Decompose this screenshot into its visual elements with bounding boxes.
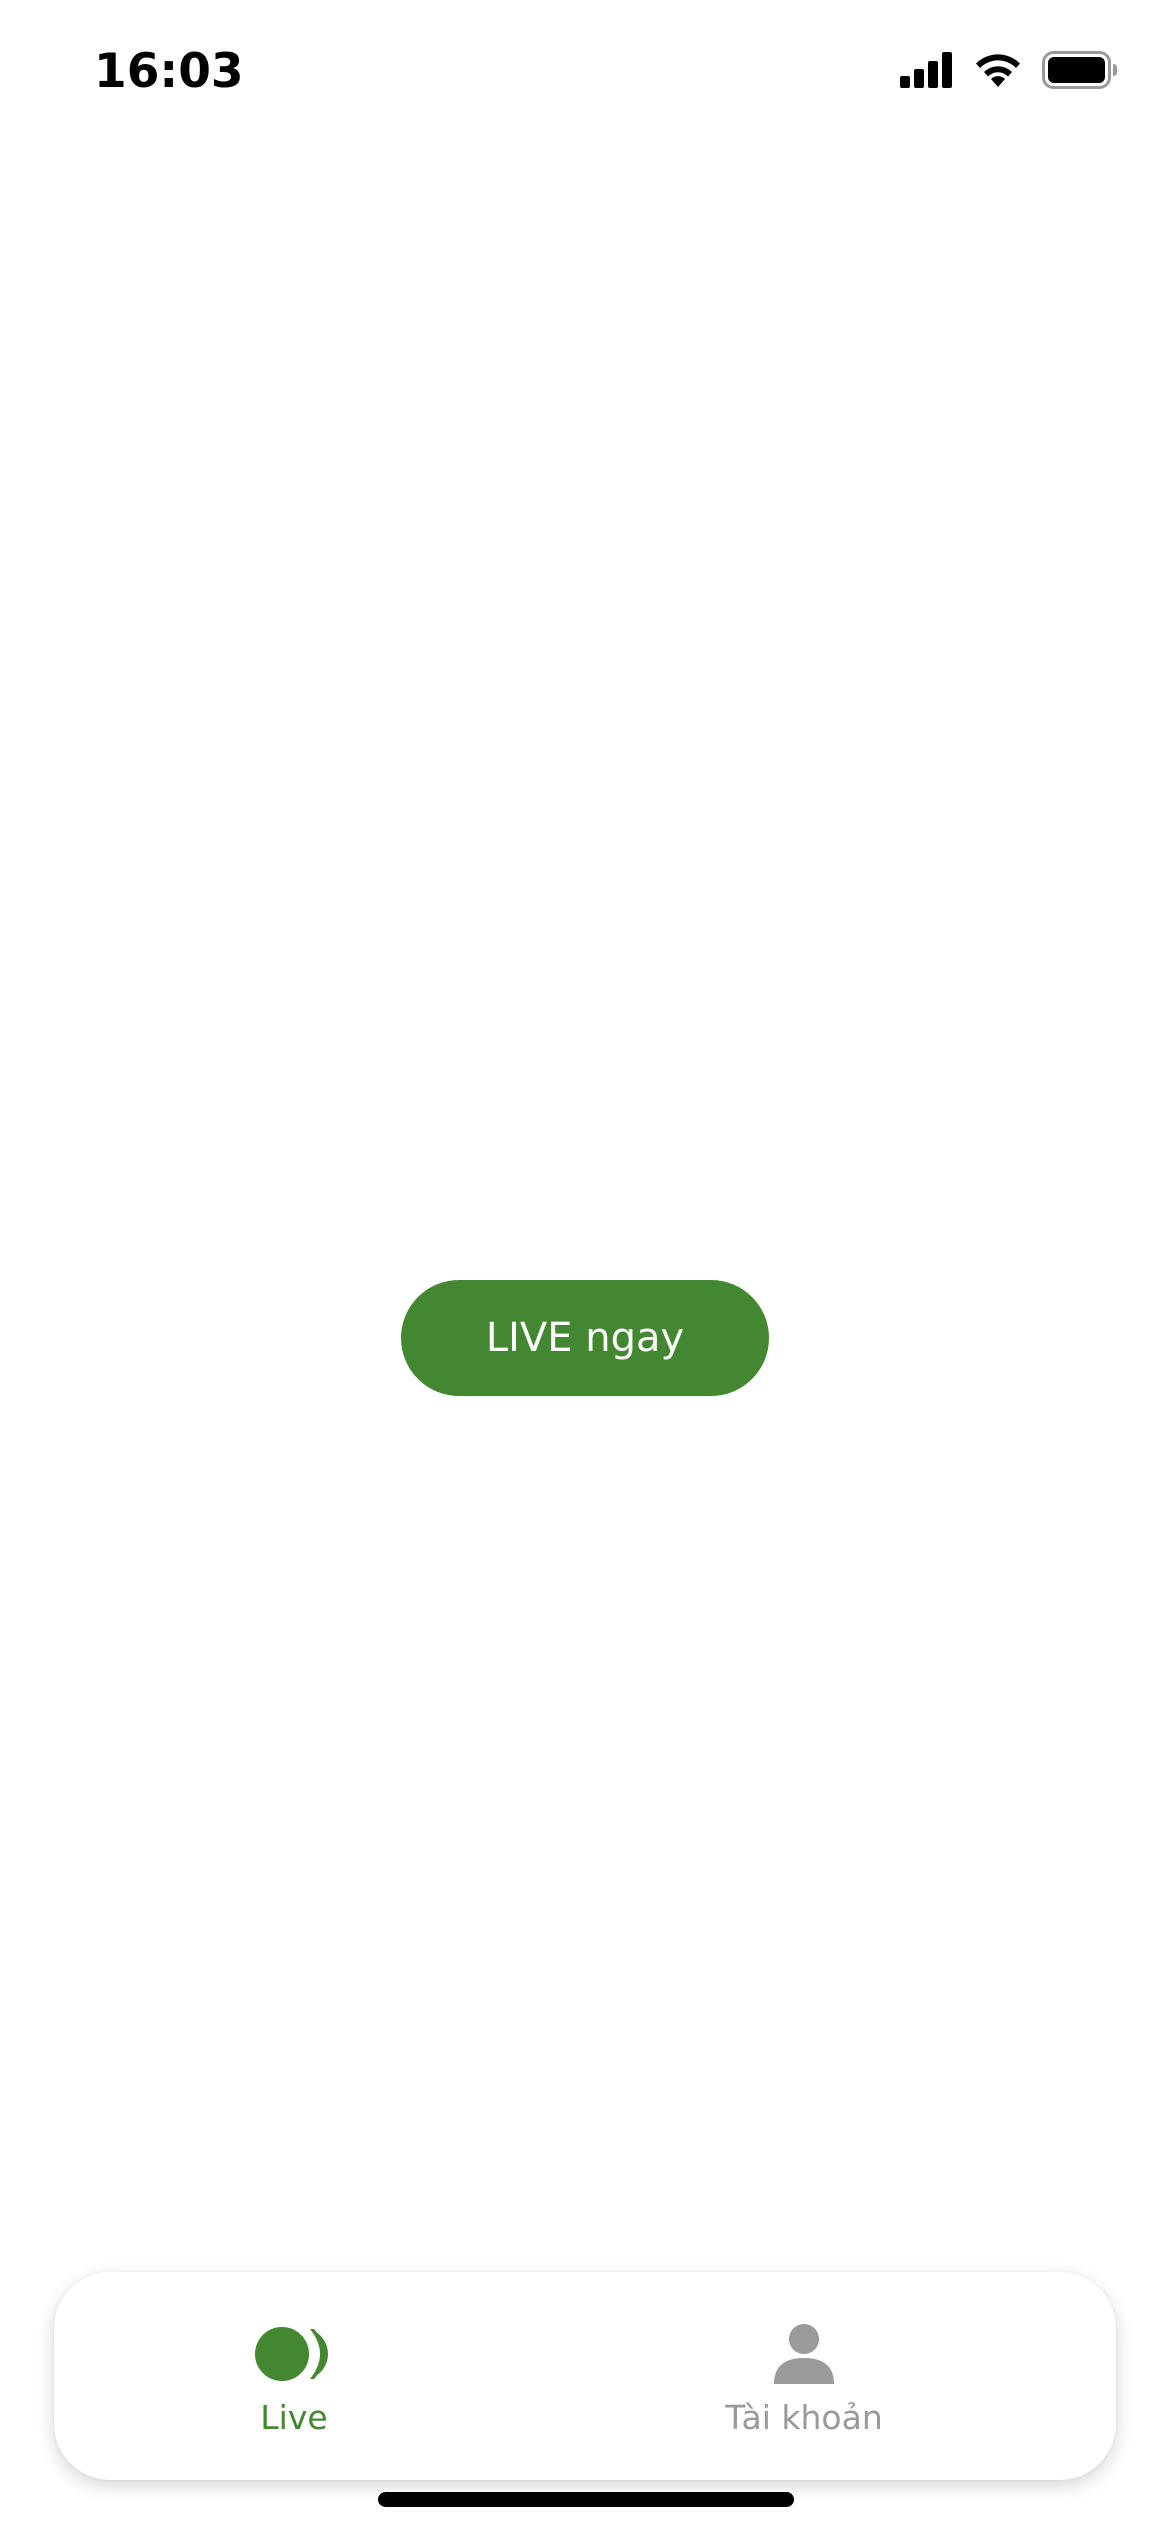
cellular-signal-icon	[900, 51, 954, 93]
tab-account[interactable]: Tài khoản	[634, 2272, 974, 2480]
screen: 16:03 LIVE ngay Live Tài khoản	[0, 0, 1170, 2532]
main-content: LIVE ngay	[0, 140, 1170, 2270]
tab-live-label: Live	[260, 2398, 328, 2437]
status-icons	[900, 50, 1118, 94]
wifi-icon	[972, 51, 1024, 94]
battery-icon	[1042, 50, 1118, 94]
live-icon	[254, 2322, 334, 2386]
home-indicator[interactable]	[378, 2492, 794, 2507]
tab-bar: Live Tài khoản	[54, 2272, 1116, 2480]
person-icon	[772, 2322, 836, 2386]
tab-account-label: Tài khoản	[725, 2398, 883, 2437]
status-bar: 16:03	[0, 0, 1170, 140]
live-now-button[interactable]: LIVE ngay	[401, 1280, 769, 1396]
status-time: 16:03	[94, 44, 244, 99]
tab-live[interactable]: Live	[154, 2272, 434, 2480]
